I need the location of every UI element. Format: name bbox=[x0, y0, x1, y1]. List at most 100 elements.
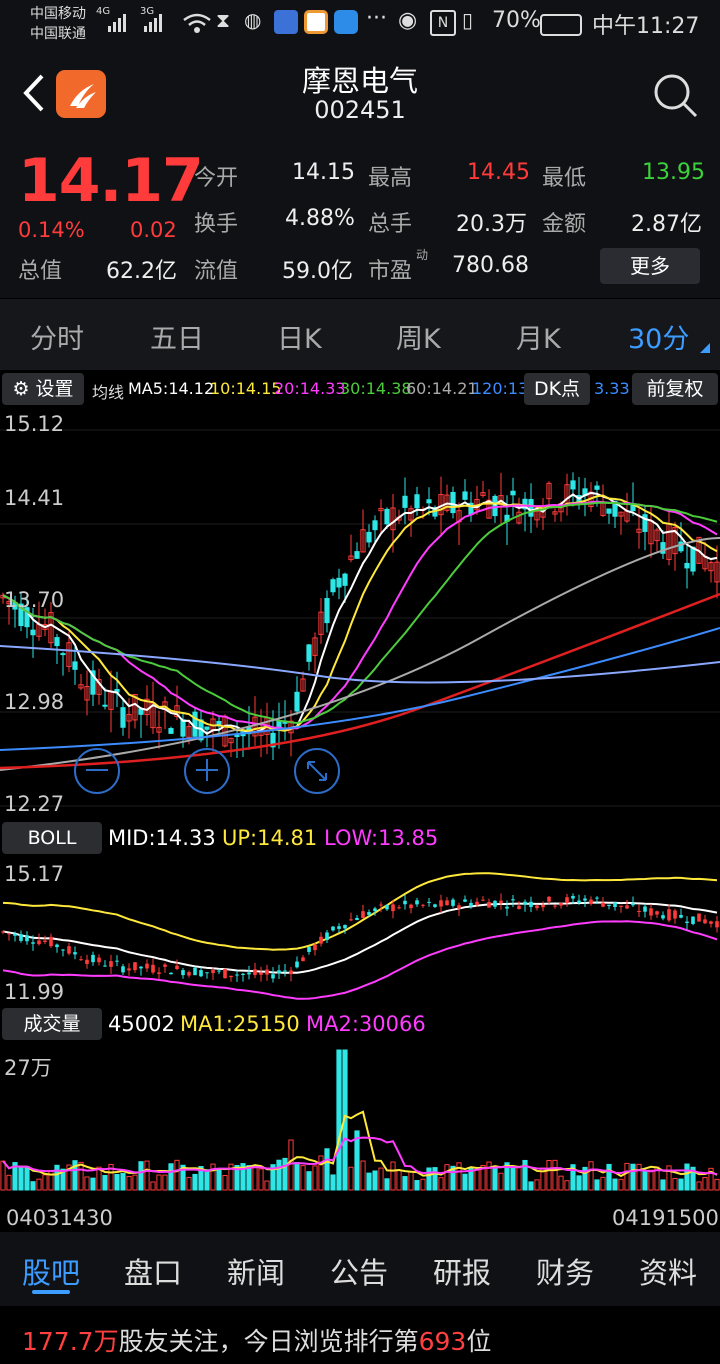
candle-body bbox=[54, 637, 60, 647]
app-icon-3 bbox=[334, 10, 358, 34]
tab-research[interactable]: 研报 bbox=[433, 1250, 491, 1292]
dk-point-button[interactable]: DK点 bbox=[524, 373, 590, 405]
boll-candle-body bbox=[583, 898, 587, 901]
rank-number: 693 bbox=[418, 1327, 467, 1356]
tab-profile[interactable]: 资料 bbox=[639, 1250, 697, 1292]
tab-five-day[interactable]: 五日 bbox=[150, 317, 204, 356]
boll-candle-body bbox=[385, 904, 389, 910]
volume-button[interactable]: 成交量 bbox=[2, 1008, 102, 1040]
kline-chart[interactable]: 15.12 14.41 13.70 12.98 12.27 bbox=[0, 408, 720, 820]
tab-monthly-k[interactable]: 月K bbox=[516, 317, 561, 356]
volume-bar bbox=[396, 1169, 402, 1191]
signal-icon bbox=[108, 14, 162, 32]
boll-candle-body bbox=[241, 973, 245, 975]
boll-candle-body bbox=[181, 970, 185, 976]
volume-bar bbox=[618, 1178, 624, 1191]
tab-news[interactable]: 新闻 bbox=[227, 1250, 285, 1292]
boll-candle-body bbox=[517, 905, 521, 910]
boll-candle-body bbox=[307, 946, 311, 952]
volume-bar bbox=[54, 1164, 60, 1191]
volume-bar bbox=[294, 1162, 300, 1191]
volume-value: 20.3万 bbox=[456, 212, 527, 237]
candle-body bbox=[372, 520, 378, 531]
tab-orderbook[interactable]: 盘口 bbox=[124, 1250, 182, 1292]
volume-bar bbox=[276, 1159, 282, 1191]
candle-body bbox=[306, 644, 312, 662]
volume-bar bbox=[642, 1171, 648, 1191]
boll-candle-body bbox=[79, 959, 83, 961]
volume-bar bbox=[636, 1163, 642, 1191]
boll-candle-body bbox=[7, 933, 11, 935]
candle-body bbox=[342, 573, 348, 586]
tab-30min[interactable]: 30分 bbox=[628, 317, 689, 356]
high-label: 最高 bbox=[368, 166, 413, 191]
indicator-toolbar: ⚙ 设置 均线 MA5:14.12 10:14.15 20:14.33 30:1… bbox=[0, 370, 720, 408]
tab-daily-k[interactable]: 日K bbox=[277, 317, 322, 356]
volume-bar bbox=[204, 1169, 210, 1191]
plus-icon-vertical bbox=[206, 759, 208, 781]
boll-candle-body bbox=[61, 949, 65, 951]
candle-body bbox=[690, 546, 696, 572]
volume-bar bbox=[498, 1172, 504, 1191]
volume-bar bbox=[474, 1168, 480, 1191]
battery-percent: 70% bbox=[492, 8, 541, 33]
candle-body bbox=[402, 495, 408, 508]
open-label: 今开 bbox=[194, 166, 239, 191]
candle-body bbox=[120, 707, 126, 728]
boll-candle-body bbox=[37, 940, 41, 945]
boll-candle-body bbox=[673, 910, 677, 919]
boll-candle-body bbox=[127, 968, 131, 971]
boll-candle-body bbox=[289, 970, 293, 975]
tab-intraday[interactable]: 分时 bbox=[30, 317, 84, 356]
boll-candle-body bbox=[13, 933, 17, 936]
fullscreen-button[interactable] bbox=[294, 748, 340, 794]
boll-candle-body bbox=[205, 972, 209, 974]
settings-button[interactable]: ⚙ 设置 bbox=[2, 373, 84, 405]
volume-chart[interactable]: 27万 bbox=[0, 1044, 720, 1194]
search-icon[interactable] bbox=[650, 70, 700, 120]
more-button[interactable]: 更多 bbox=[600, 248, 700, 284]
adjust-button[interactable]: 前复权 bbox=[632, 373, 718, 405]
volume-bar bbox=[168, 1163, 174, 1191]
boll-candle-body bbox=[523, 901, 527, 905]
volume-bar bbox=[360, 1160, 366, 1191]
boll-candle-body bbox=[493, 900, 497, 907]
candle-body bbox=[102, 704, 108, 707]
zoom-in-button[interactable] bbox=[184, 748, 230, 794]
market-cap-value: 62.2亿 bbox=[106, 259, 177, 284]
zoom-out-button[interactable] bbox=[74, 748, 120, 794]
volume-bar bbox=[84, 1176, 90, 1191]
battery-icon bbox=[540, 14, 582, 36]
boll-button[interactable]: BOLL bbox=[2, 822, 102, 854]
volume-bar bbox=[366, 1172, 372, 1191]
boll-candle-body bbox=[511, 899, 515, 901]
volume-bar bbox=[552, 1159, 558, 1191]
boll-candle-body bbox=[571, 896, 575, 899]
boll-candle-body bbox=[403, 900, 407, 905]
tab-forum[interactable]: 股吧 bbox=[22, 1250, 80, 1292]
boll-candle-body bbox=[577, 900, 581, 904]
boll-lower-line bbox=[2, 920, 718, 1000]
boll-candle-body bbox=[49, 936, 53, 947]
volume-bar bbox=[564, 1180, 570, 1191]
footer-bar: 177.7万股友关注，今日浏览排行第693位 bbox=[0, 1306, 720, 1364]
volume-bar bbox=[174, 1159, 180, 1191]
float-cap-label: 流值 bbox=[194, 259, 239, 284]
boll-candle-body bbox=[679, 914, 683, 918]
tab-weekly-k[interactable]: 周K bbox=[396, 317, 441, 356]
boll-chart[interactable]: 15.17 11.99 bbox=[0, 858, 720, 1004]
boll-candle-body bbox=[97, 957, 101, 963]
tab-finance[interactable]: 财务 bbox=[536, 1250, 594, 1292]
boll-upper-line bbox=[2, 872, 718, 951]
candle-body bbox=[570, 480, 576, 490]
boll-candle-body bbox=[277, 970, 281, 974]
volume-bar bbox=[576, 1175, 582, 1191]
candle-body bbox=[168, 728, 174, 734]
volume-bar bbox=[558, 1175, 564, 1191]
volume-bar bbox=[36, 1178, 42, 1191]
ma20-value: 20:14.33 bbox=[274, 379, 346, 398]
tab-announcements[interactable]: 公告 bbox=[330, 1250, 388, 1292]
quote-panel: 14.17 0.14% 0.02 总值 62.2亿 今开 14.15 最高 14… bbox=[0, 140, 720, 298]
volume-bar bbox=[660, 1179, 666, 1191]
boll-candle-body bbox=[109, 961, 113, 967]
